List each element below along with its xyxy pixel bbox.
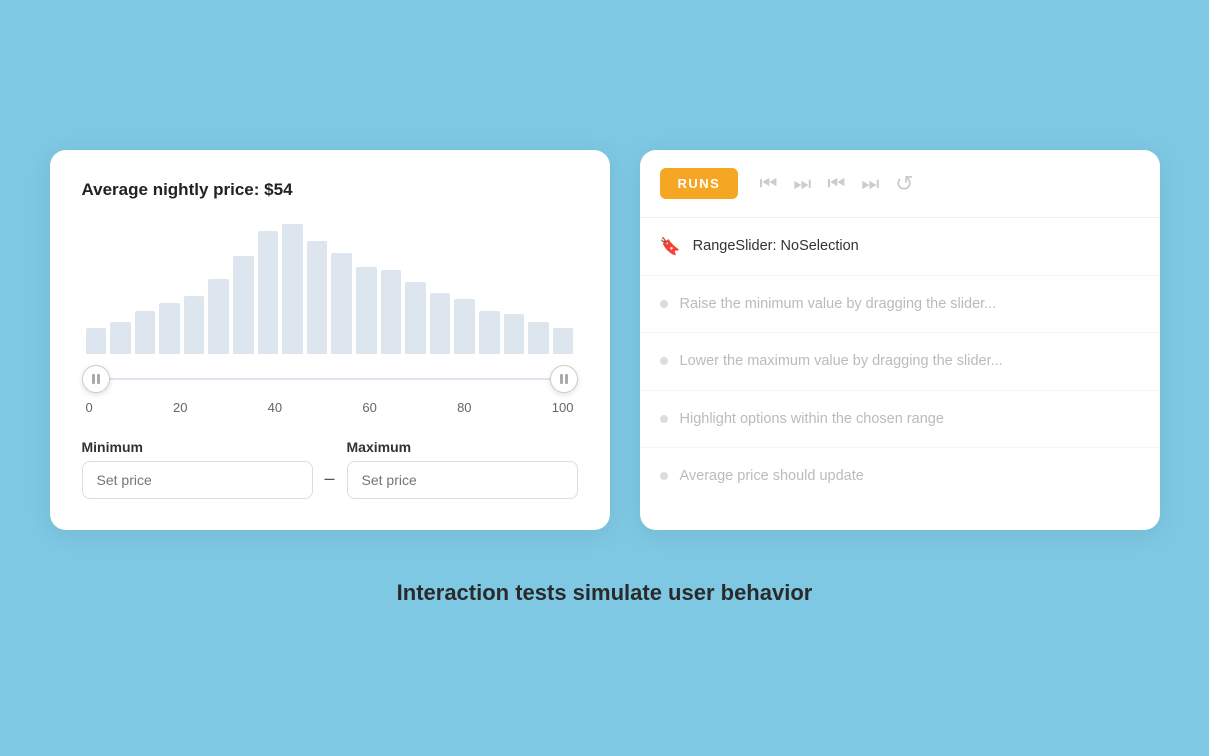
axis-label-80: 80 bbox=[457, 400, 471, 415]
bookmark-icon-container: 🔖 bbox=[660, 237, 681, 257]
toolbar-icons: ⏮ ⏭ ⏮ ⏭ ↺ bbox=[756, 172, 916, 196]
bar-3 bbox=[159, 303, 180, 354]
main-test-item: 🔖 RangeSlider: NoSelection bbox=[640, 218, 1160, 276]
bar-0 bbox=[86, 328, 107, 354]
bar-6 bbox=[233, 256, 254, 354]
test-item-2: Lower the maximum value by dragging the … bbox=[640, 333, 1160, 390]
bar-16 bbox=[479, 311, 500, 354]
axis-label-20: 20 bbox=[173, 400, 187, 415]
slider-thumb-right[interactable] bbox=[550, 365, 578, 393]
pause-bar-1 bbox=[92, 374, 95, 384]
test-text-4: Average price should update bbox=[680, 466, 864, 486]
slider-track[interactable] bbox=[82, 364, 578, 394]
test-item-4: Average price should update bbox=[640, 448, 1160, 504]
test-text-1: Raise the minimum value by dragging the … bbox=[680, 294, 997, 314]
max-price-input[interactable] bbox=[347, 461, 578, 499]
dash-separator: – bbox=[325, 468, 335, 499]
price-title: Average nightly price: $54 bbox=[82, 180, 578, 200]
bullet-dot-2 bbox=[660, 357, 668, 365]
bar-2 bbox=[135, 311, 156, 354]
right-card: RUNS ⏮ ⏭ ⏮ ⏭ ↺ 🔖 RangeSlider: NoSelecti bbox=[640, 150, 1160, 530]
axis-label-60: 60 bbox=[362, 400, 376, 415]
bar-5 bbox=[208, 279, 229, 354]
price-title-text: Average nightly price: bbox=[82, 180, 265, 199]
refresh-icon[interactable]: ↺ bbox=[892, 172, 916, 196]
skip-to-start-icon[interactable]: ⏮ bbox=[756, 172, 780, 196]
min-price-input[interactable] bbox=[82, 461, 313, 499]
bar-10 bbox=[331, 253, 352, 354]
bar-18 bbox=[528, 322, 549, 354]
bar-15 bbox=[454, 299, 475, 354]
pause-icon-right bbox=[560, 374, 568, 384]
bar-13 bbox=[405, 282, 426, 354]
bookmark-icon: 🔖 bbox=[660, 237, 681, 256]
bar-11 bbox=[356, 267, 377, 354]
test-text-3: Highlight options within the chosen rang… bbox=[680, 409, 944, 429]
test-item-3: Highlight options within the chosen rang… bbox=[640, 391, 1160, 448]
bar-14 bbox=[430, 293, 451, 354]
main-test-label: RangeSlider: NoSelection bbox=[693, 236, 859, 256]
slider-thumb-left[interactable] bbox=[82, 365, 110, 393]
axis-label-40: 40 bbox=[268, 400, 282, 415]
runs-button[interactable]: RUNS bbox=[660, 168, 739, 199]
bar-1 bbox=[110, 322, 131, 354]
runs-toolbar: RUNS ⏮ ⏭ ⏮ ⏭ ↺ bbox=[640, 150, 1160, 218]
test-list: 🔖 RangeSlider: NoSelection Raise the min… bbox=[640, 218, 1160, 504]
bullet-dot-4 bbox=[660, 472, 668, 480]
bar-19 bbox=[553, 328, 574, 354]
max-label: Maximum bbox=[347, 439, 578, 455]
bottom-label: Interaction tests simulate user behavior bbox=[397, 580, 813, 606]
price-value: $54 bbox=[264, 180, 292, 199]
pause-bar-2 bbox=[97, 374, 100, 384]
chart-bars bbox=[82, 224, 578, 354]
skip-to-end-icon[interactable]: ⏭ bbox=[858, 172, 882, 196]
min-label: Minimum bbox=[82, 439, 313, 455]
slider-track-line bbox=[82, 378, 578, 380]
pause-bar-4 bbox=[565, 374, 568, 384]
pause-icon-left bbox=[92, 374, 100, 384]
chart-container bbox=[82, 224, 578, 364]
next-icon[interactable]: ⏮ bbox=[824, 172, 848, 196]
bar-7 bbox=[258, 231, 279, 354]
inputs-row: Minimum – Maximum bbox=[82, 439, 578, 499]
pause-bar-3 bbox=[560, 374, 563, 384]
bar-9 bbox=[307, 241, 328, 354]
bar-12 bbox=[381, 270, 402, 354]
bar-17 bbox=[504, 314, 525, 354]
axis-labels: 0 20 40 60 80 100 bbox=[82, 400, 578, 415]
bullet-dot-1 bbox=[660, 300, 668, 308]
left-card: Average nightly price: $54 bbox=[50, 150, 610, 530]
previous-icon[interactable]: ⏭ bbox=[790, 172, 814, 196]
bullet-dot-3 bbox=[660, 415, 668, 423]
bar-8 bbox=[282, 224, 303, 354]
bar-4 bbox=[184, 296, 205, 354]
test-item-1: Raise the minimum value by dragging the … bbox=[640, 276, 1160, 333]
axis-label-0: 0 bbox=[86, 400, 93, 415]
axis-label-100: 100 bbox=[552, 400, 574, 415]
max-input-group: Maximum bbox=[347, 439, 578, 499]
main-content: Average nightly price: $54 bbox=[50, 150, 1160, 530]
test-text-2: Lower the maximum value by dragging the … bbox=[680, 351, 1003, 371]
min-input-group: Minimum bbox=[82, 439, 313, 499]
